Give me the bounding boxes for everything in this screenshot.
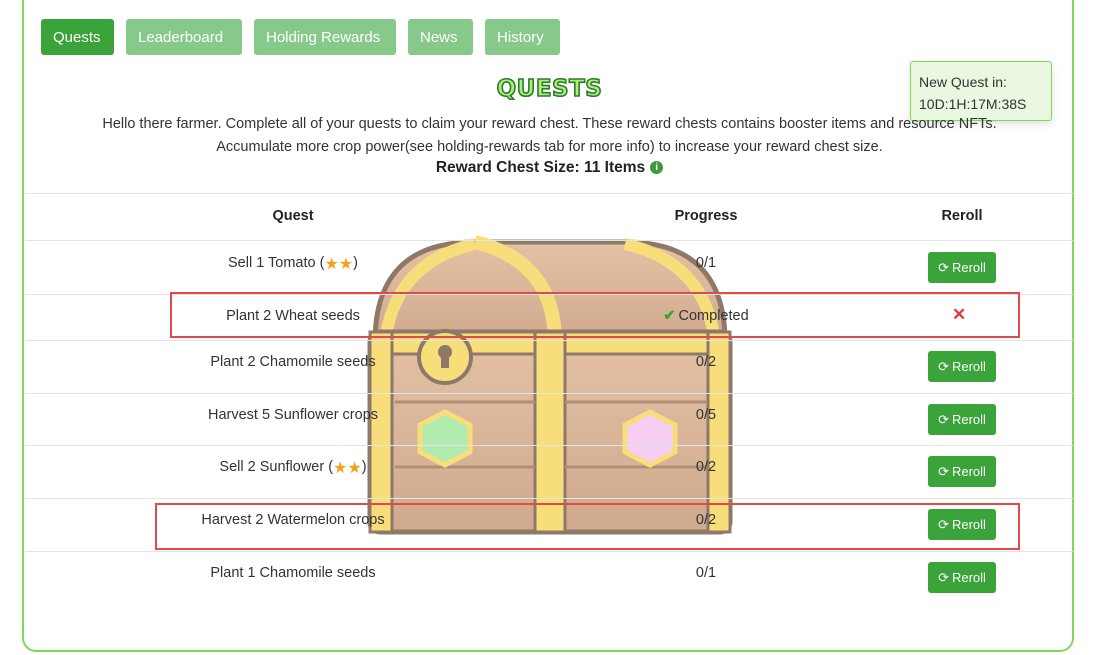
column-header-progress: Progress [674,208,738,224]
row-divider [25,393,1073,394]
reward-chest-size-label: Reward Chest Size: 11 Items [435,159,646,176]
intro-text: Hello there farmer. Complete all of your… [0,113,1099,159]
divider [25,240,1073,241]
row-divider [25,445,1073,446]
column-header-reroll: Reroll [941,208,983,224]
star-icon: ★ [333,460,348,477]
progress-cell: 0/1 [695,565,717,581]
refresh-icon: ⟳ [938,463,949,479]
info-icon[interactable]: i [650,161,664,175]
tab-bar: Quests Leaderboard Holding Rewards News … [41,19,560,55]
divider [25,193,1073,194]
progress-cell: 0/5 [695,407,717,423]
reward-chest-size: Reward Chest Size: 11 Items i [0,159,1099,177]
quest-cell: Sell 1 Tomato (★ ★) [228,255,358,273]
reroll-button[interactable]: ⟳ Reroll [928,562,996,593]
column-header-quest: Quest [272,208,314,224]
row-divider [25,340,1073,341]
tab-quests[interactable]: Quests [41,19,114,55]
row-divider [25,551,1073,552]
tab-history[interactable]: History [485,19,560,55]
reroll-button[interactable]: ⟳ Reroll [928,456,996,487]
tab-news[interactable]: News [408,19,473,55]
tab-holding-rewards[interactable]: Holding Rewards [254,19,396,55]
refresh-icon: ⟳ [938,358,949,374]
star-icon: ★ [324,256,339,273]
page-title: QUESTS [496,75,603,103]
highlight-box [170,292,1020,338]
tab-leaderboard[interactable]: Leaderboard [126,19,242,55]
progress-cell: 0/2 [695,354,717,370]
reroll-button[interactable]: ⟳ Reroll [928,252,996,283]
difficulty-stars: ★ ★ [333,461,362,477]
quest-cell: Plant 2 Chamomile seeds [210,354,376,370]
progress-cell: 0/1 [695,255,717,271]
quest-cell: Plant 1 Chamomile seeds [210,565,376,581]
reroll-button[interactable]: ⟳ Reroll [928,404,996,435]
refresh-icon: ⟳ [938,411,949,427]
difficulty-stars: ★ ★ [324,257,353,273]
highlight-box [155,503,1020,550]
reroll-button[interactable]: ⟳ Reroll [928,351,996,382]
intro-line-2: Accumulate more crop power(see holding-r… [216,139,883,155]
quest-cell: Sell 2 Sunflower (★ ★) [219,459,367,477]
star-icon: ★ [347,460,362,477]
refresh-icon: ⟳ [938,259,949,275]
refresh-icon: ⟳ [938,569,949,585]
quest-cell: Harvest 5 Sunflower crops [207,407,379,423]
star-icon: ★ [338,256,354,273]
progress-cell: 0/2 [695,459,717,475]
row-divider [25,498,1073,499]
intro-line-1: Hello there farmer. Complete all of your… [102,116,997,132]
